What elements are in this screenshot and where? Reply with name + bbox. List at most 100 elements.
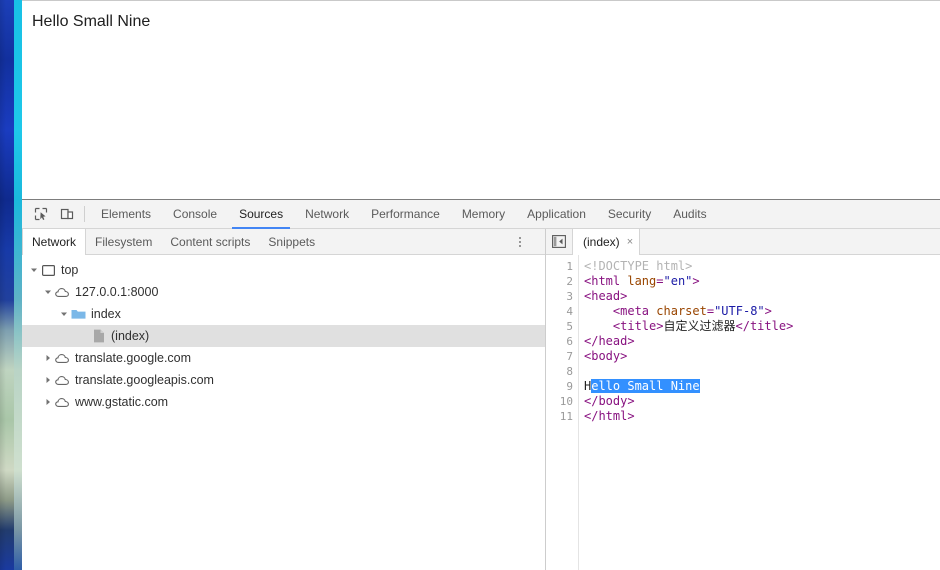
tab-application-label: Application [527, 207, 586, 221]
line-number: 2 [566, 275, 573, 288]
code-content[interactable]: <!DOCTYPE html> <html lang="en"> <head> … [579, 255, 940, 570]
code-line: <head> [584, 289, 628, 303]
tree-row-translate-google[interactable]: translate.google.com [22, 347, 545, 369]
show-navigator-icon[interactable] [546, 229, 572, 254]
navigator-tab-list: Network Filesystem Content scripts Snipp… [22, 229, 545, 255]
screenshot-root: Hello Small Nine Elements Console Source… [0, 0, 940, 570]
line-number: 9 [566, 380, 573, 393]
line-number-gutter: 1 2 3 4 5 6 7 8 9 10 11 [546, 255, 579, 570]
navigator-pane: Network Filesystem Content scripts Snipp… [22, 229, 546, 570]
code-line-selected: Hello Small Nine [584, 379, 700, 393]
inspect-element-icon[interactable] [28, 202, 54, 226]
tab-application[interactable]: Application [516, 200, 597, 229]
tree-row-folder-index[interactable]: index [22, 303, 545, 325]
editor-tab-index[interactable]: (index) × [572, 229, 641, 255]
folder-icon [70, 308, 87, 320]
editor-tab-label: (index) [583, 235, 620, 249]
tree-row-origin[interactable]: 127.0.0.1:8000 [22, 281, 545, 303]
close-icon[interactable]: × [627, 236, 633, 248]
document-icon [90, 329, 107, 343]
line-number: 1 [566, 260, 573, 273]
tree-row-gstatic[interactable]: www.gstatic.com [22, 391, 545, 413]
tree-row-label: (index) [111, 329, 150, 343]
line-number: 3 [566, 290, 573, 303]
dot [519, 240, 521, 243]
navigator-tab-filesystem[interactable]: Filesystem [86, 229, 161, 254]
tree-row-label: 127.0.0.1:8000 [75, 285, 159, 299]
line-number: 4 [566, 305, 573, 318]
tab-console-label: Console [173, 207, 218, 221]
code-token-doctype: <!DOCTYPE html> [584, 259, 693, 273]
more-options-icon[interactable] [511, 232, 529, 251]
dot [519, 236, 521, 239]
tree-row-label: translate.google.com [75, 351, 192, 365]
chevron-right-icon[interactable] [42, 398, 54, 406]
tree-row-label: www.gstatic.com [75, 395, 169, 409]
tab-elements[interactable]: Elements [90, 200, 162, 229]
browser-viewport: Hello Small Nine [22, 0, 940, 199]
device-toolbar-icon[interactable] [54, 202, 80, 226]
editor-pane: (index) × 1 2 3 4 5 6 7 8 9 10 11 <!DOCT… [546, 229, 940, 570]
tab-sources-label: Sources [239, 207, 284, 221]
line-number: 8 [566, 365, 573, 378]
tab-network[interactable]: Network [294, 200, 360, 229]
code-line: <html lang="en"> [584, 274, 700, 288]
line-number: 10 [559, 395, 573, 408]
tab-sources[interactable]: Sources [228, 200, 294, 229]
devtools-panel: Elements Console Sources Network Perform… [22, 199, 940, 570]
tree-row-translate-googleapis[interactable]: translate.googleapis.com [22, 369, 545, 391]
tree-row-top[interactable]: top [22, 259, 545, 281]
tab-memory[interactable]: Memory [451, 200, 516, 229]
line-number: 5 [566, 320, 573, 333]
tree-row-file-index[interactable]: (index) [22, 325, 545, 347]
cloud-icon [54, 287, 71, 298]
devtools-main-toolbar: Elements Console Sources Network Perform… [22, 200, 940, 229]
navigator-tab-snippets-label: Snippets [268, 234, 316, 249]
tab-console[interactable]: Console [162, 200, 228, 229]
tree-row-label: index [91, 307, 121, 321]
code-line: </html> [584, 409, 635, 423]
tab-performance[interactable]: Performance [360, 200, 451, 229]
tab-audits-label: Audits [673, 207, 707, 221]
chevron-down-icon[interactable] [58, 310, 70, 318]
navigator-tab-network-label: Network [32, 235, 77, 249]
code-line: <title>自定义过滤器</title> [612, 319, 794, 333]
cloud-icon [54, 375, 71, 386]
chevron-down-icon[interactable] [42, 288, 54, 296]
code-line: <body> [584, 349, 628, 363]
dot [519, 244, 521, 247]
chevron-right-icon[interactable] [42, 376, 54, 384]
tab-performance-label: Performance [371, 207, 440, 221]
code-line: <!DOCTYPE html> [584, 259, 940, 274]
tab-network-label: Network [305, 207, 350, 221]
code-selection: ello Small Nine [591, 379, 700, 393]
navigator-tab-content-scripts[interactable]: Content scripts [161, 229, 259, 254]
devtools-tab-list: Elements Console Sources Network Perform… [90, 200, 718, 229]
cloud-icon [54, 353, 71, 364]
code-editor[interactable]: 1 2 3 4 5 6 7 8 9 10 11 <!DOCTYPE html> [546, 255, 940, 570]
tree-row-label: translate.googleapis.com [75, 373, 214, 387]
file-tree: top 127.0.0.1:8000 index (index) transla… [22, 255, 545, 570]
toolbar-divider [84, 206, 85, 222]
tab-memory-label: Memory [461, 207, 506, 221]
desktop-wallpaper-accent [14, 0, 22, 570]
tab-security[interactable]: Security [597, 200, 662, 229]
code-line: </body> [584, 394, 635, 408]
chevron-right-icon[interactable] [42, 354, 54, 362]
sources-panel: Network Filesystem Content scripts Snipp… [22, 229, 940, 570]
navigator-tab-content-scripts-label: Content scripts [170, 234, 251, 249]
tree-row-label: top [61, 263, 79, 277]
navigator-tab-network[interactable]: Network [22, 229, 87, 255]
tab-audits[interactable]: Audits [662, 200, 717, 229]
editor-tab-bar: (index) × [546, 229, 940, 255]
line-number: 6 [566, 335, 573, 348]
code-doc-title: 自定义过滤器 [663, 319, 736, 333]
navigator-tab-snippets[interactable]: Snippets [259, 229, 324, 254]
chevron-down-icon[interactable] [28, 266, 40, 274]
navigator-tab-filesystem-label: Filesystem [95, 234, 153, 249]
tab-security-label: Security [607, 207, 652, 221]
frame-icon [40, 264, 57, 276]
devtools-toolbar-icons [22, 202, 90, 226]
tab-elements-label: Elements [101, 207, 152, 221]
